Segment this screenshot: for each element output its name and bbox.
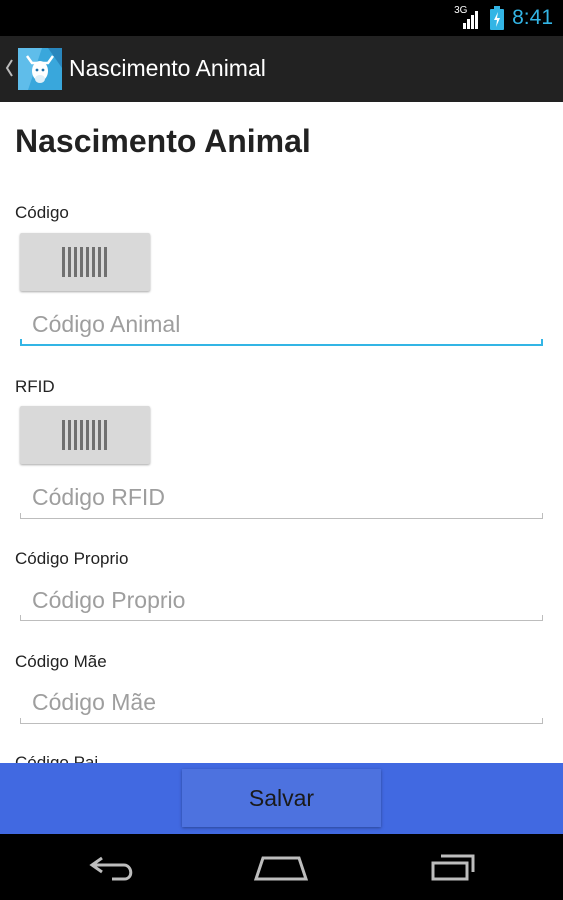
scan-rfid-button[interactable] (20, 406, 150, 464)
action-bar-title: Nascimento Animal (69, 55, 266, 81)
app-logo-icon[interactable] (18, 48, 62, 90)
home-icon (253, 856, 309, 881)
codigo-rfid-underline (20, 513, 543, 519)
codigo-animal-underline (20, 339, 543, 346)
scan-codigo-button[interactable] (20, 233, 150, 291)
page-title: Nascimento Animal (15, 123, 311, 159)
navigation-bar (0, 834, 563, 900)
codigo-mae-underline (20, 718, 543, 724)
recent-apps-button[interactable] (418, 844, 488, 890)
form-content[interactable]: Nascimento Animal Código RFID (0, 102, 563, 763)
status-icons: 3G 8:41 (454, 0, 553, 36)
home-button[interactable] (246, 844, 316, 890)
codigo-proprio-label: Código Proprio (15, 549, 129, 568)
recent-apps-icon (431, 854, 475, 881)
signal-indicator: 3G (454, 5, 482, 31)
battery-charging-icon (490, 6, 505, 30)
up-caret-icon[interactable] (4, 58, 14, 78)
status-bar: 3G 8:41 (0, 0, 563, 36)
save-button[interactable]: Salvar (182, 769, 381, 827)
rfid-label: RFID (15, 377, 55, 396)
action-bar[interactable]: Nascimento Animal (0, 36, 563, 102)
codigo-label: Código (15, 203, 69, 222)
back-icon (89, 856, 133, 881)
clock: 8:41 (512, 6, 553, 29)
codigo-mae-label: Código Mãe (15, 652, 107, 671)
barcode-icon (62, 247, 107, 277)
codigo-proprio-underline (20, 615, 543, 621)
codigo-pai-label: Código Pai (15, 753, 99, 763)
barcode-icon (62, 420, 107, 450)
signal-icon (463, 11, 479, 29)
bottom-action-bar: Salvar (0, 763, 563, 834)
back-button[interactable] (78, 844, 148, 890)
